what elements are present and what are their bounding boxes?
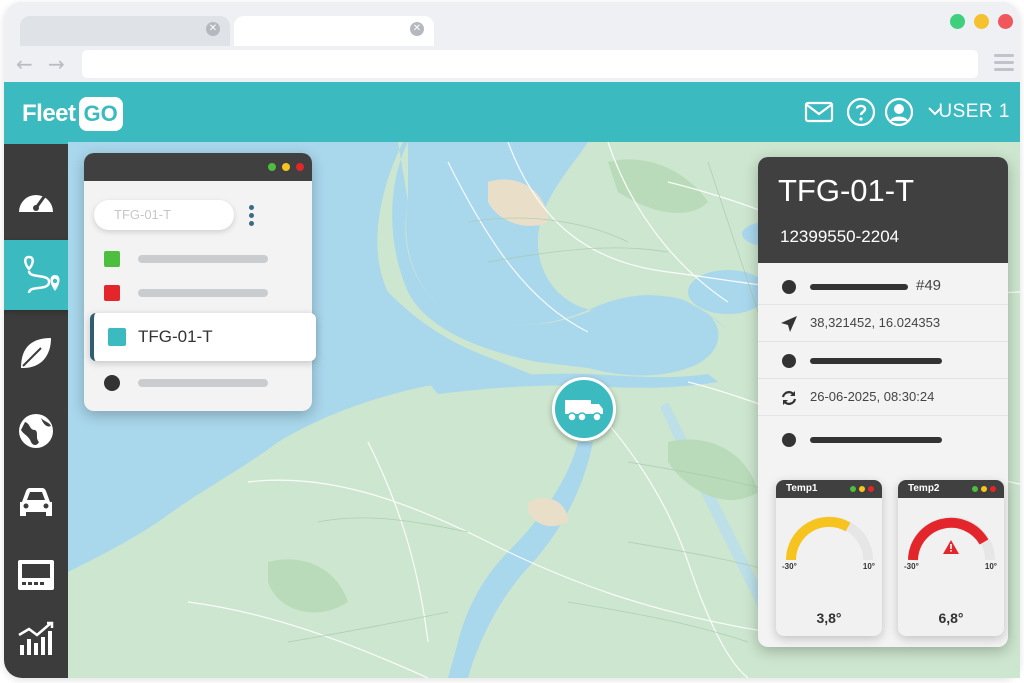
gauge-value: 3,8°: [816, 610, 842, 626]
user-avatar-icon[interactable]: [884, 97, 914, 127]
leaf-icon: [21, 338, 51, 368]
speedometer-icon: [18, 193, 53, 212]
status-dot-yellow: [981, 486, 987, 492]
status-dot-red: [990, 486, 996, 492]
status-dot-green: [972, 486, 978, 492]
placeholder-line: [138, 379, 268, 387]
temp1-gauge-arc: [785, 516, 873, 561]
app-header: Fleet GO USER 1: [4, 82, 1020, 144]
temp2-gauge-card: Temp2 -30° 10° 6,8°: [898, 480, 1004, 636]
user-menu-label[interactable]: USER 1: [938, 101, 1010, 123]
gauge-max-label: 10°: [862, 562, 875, 571]
more-options-icon[interactable]: [249, 205, 255, 229]
truck-map-marker[interactable]: [552, 377, 616, 441]
browser-menu-icon[interactable]: [994, 54, 1014, 75]
sidebar: [4, 144, 82, 678]
window-close-dot[interactable]: [998, 14, 1013, 29]
placeholder-line: [810, 284, 908, 290]
gauge-titlebar: Temp1: [776, 480, 882, 498]
sidebar-item-dashboard[interactable]: [4, 164, 68, 234]
list-item[interactable]: [104, 251, 268, 267]
status-dot-dark: [104, 375, 120, 391]
detail-row-location: 38,321452, 16.024353: [758, 304, 1008, 342]
route-icon: [24, 255, 60, 294]
sidebar-item-device[interactable]: [4, 540, 68, 610]
vehicle-search-input[interactable]: TFG-01-T: [94, 200, 234, 230]
car-icon: [20, 488, 52, 516]
bullet-dot: [782, 280, 796, 294]
status-dot-red: [868, 486, 874, 492]
truck-icon: [565, 400, 603, 422]
sidebar-item-eco[interactable]: [4, 318, 68, 388]
vehicle-title: TFG-01-T: [778, 173, 915, 208]
status-dot-green: [850, 486, 856, 492]
status-square-red: [104, 285, 120, 301]
fleetgo-logo: Fleet GO: [22, 95, 123, 133]
close-tab-icon[interactable]: ✕: [410, 22, 424, 36]
close-tab-icon[interactable]: ✕: [206, 22, 220, 36]
logo-badge: GO: [78, 97, 123, 131]
selected-vehicle-label: TFG-01-T: [138, 327, 213, 346]
gauge-name: Temp2: [908, 483, 940, 494]
mail-icon[interactable]: [804, 97, 834, 127]
vehicle-id: 12399550-2204: [780, 227, 900, 246]
list-item[interactable]: [104, 285, 268, 301]
detail-row: [758, 420, 1008, 457]
gauge-name: Temp1: [786, 483, 818, 494]
browser-tab-2[interactable]: ✕: [234, 16, 434, 46]
detail-row-number: #49: [758, 267, 1008, 305]
coordinates-text: 38,321452, 16.024353: [810, 315, 941, 330]
sidebar-item-vehicles[interactable]: [4, 468, 68, 538]
placeholder-line: [138, 255, 268, 263]
bullet-dot: [782, 354, 796, 368]
gauge-titlebar: Temp2: [898, 480, 1004, 498]
status-dot-red: [296, 163, 304, 171]
status-dot-yellow: [859, 486, 865, 492]
window-minimize-dot[interactable]: [974, 14, 989, 29]
chart-icon: [18, 621, 54, 655]
placeholder-line: [138, 289, 268, 297]
address-bar[interactable]: [82, 50, 978, 78]
selected-vehicle-row[interactable]: TFG-01-T: [90, 313, 316, 361]
forward-arrow-icon[interactable]: →: [48, 52, 65, 76]
timestamp-text: 26-06-2025, 08:30:24: [810, 389, 935, 404]
browser-tab-1[interactable]: ✕: [20, 16, 230, 46]
globe-icon: [19, 414, 53, 448]
location-arrow-icon: [781, 316, 797, 332]
gauge-max-label: 10°: [984, 562, 997, 571]
back-arrow-icon[interactable]: ←: [16, 52, 33, 76]
help-icon[interactable]: [846, 97, 876, 127]
vehicle-number: #49: [916, 277, 942, 294]
temp2-gauge-arc: [908, 516, 995, 561]
status-dot-green: [268, 163, 276, 171]
gauge-min-label: -30°: [904, 562, 919, 571]
status-dot-yellow: [282, 163, 290, 171]
temp1-gauge-card: Temp1 -30° 10° 3,8°: [776, 480, 882, 636]
placeholder-line: [810, 437, 942, 443]
browser-toolbar: ← →: [4, 46, 1020, 82]
status-square-green: [104, 251, 120, 267]
logo-text: Fleet: [22, 100, 76, 127]
detail-header: TFG-01-T 12399550-2204: [758, 157, 1008, 263]
window-maximize-dot[interactable]: [950, 14, 965, 29]
status-square-teal: [108, 328, 126, 346]
sidebar-item-globe[interactable]: [4, 396, 68, 466]
detail-row: [758, 341, 1008, 379]
refresh-icon[interactable]: [780, 389, 798, 407]
gauge-min-label: -30°: [782, 562, 797, 571]
sidebar-item-reports[interactable]: [4, 604, 68, 674]
panel-titlebar: [84, 153, 312, 181]
list-item[interactable]: [104, 375, 268, 391]
bullet-dot: [782, 433, 796, 447]
placeholder-line: [810, 358, 942, 364]
detail-row-timestamp: 26-06-2025, 08:30:24: [758, 378, 1008, 416]
device-icon: [18, 560, 54, 590]
vehicle-list-panel: TFG-01-T TFG-01-T: [84, 153, 316, 411]
gauge-value: 6,8°: [938, 610, 964, 626]
